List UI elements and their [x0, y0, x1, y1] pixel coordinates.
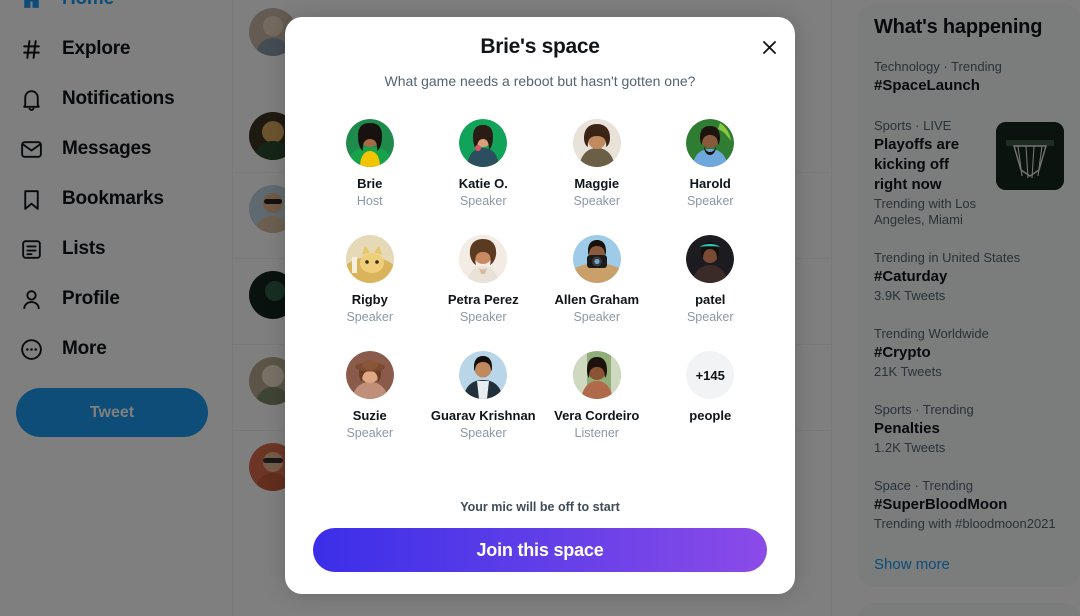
dialog-subtitle: What game needs a reboot but hasn't gott… [384, 73, 696, 89]
avatar-rigby [345, 235, 394, 283]
avatar-petra [459, 235, 508, 283]
participant-role: Speaker [459, 194, 507, 208]
participant-card[interactable]: Allen Graham Speaker [540, 235, 654, 325]
avatar-guarav [459, 351, 508, 399]
participant-card[interactable]: Guarav Krishnan Speaker [427, 351, 541, 441]
participant-card[interactable]: Vera Cordeiro Listener [540, 351, 654, 441]
participant-role: Speaker [573, 310, 621, 324]
participant-role: Speaker [686, 194, 734, 208]
overflow-label: people [689, 408, 732, 423]
participant-role: Host [356, 194, 383, 208]
participants-grid: Brie Host Katie O. Speaker Maggie Speake… [285, 89, 795, 500]
participant-name: Rigby [351, 292, 388, 307]
participant-name: Guarav Krishnan [430, 408, 536, 423]
avatar-allen [572, 235, 621, 283]
mic-status-note: Your mic will be off to start [460, 500, 620, 514]
dialog-header: Brie's space What game needs a reboot bu… [285, 17, 795, 89]
overflow-count: +145 [686, 351, 735, 399]
participant-role: Listener [574, 426, 619, 440]
avatar-harold [686, 119, 735, 167]
participant-role: Speaker [346, 426, 394, 440]
participant-name: Harold [689, 176, 731, 191]
participant-card[interactable]: Brie Host [313, 119, 427, 209]
participant-card[interactable]: Rigby Speaker [313, 235, 427, 325]
participant-name: patel [695, 292, 726, 307]
space-join-dialog: Brie's space What game needs a reboot bu… [285, 17, 795, 594]
close-icon[interactable] [751, 29, 787, 65]
participant-card[interactable]: Harold Speaker [654, 119, 768, 209]
participant-card[interactable]: patel Speaker [654, 235, 768, 325]
page-title: Brie's space [480, 35, 600, 58]
participant-role: Speaker [459, 426, 507, 440]
participant-name: Suzie [352, 408, 387, 423]
participant-overflow-card[interactable]: +145 people [654, 351, 768, 441]
participant-card[interactable]: Suzie Speaker [313, 351, 427, 441]
avatar-vera [572, 351, 621, 399]
participant-role: Speaker [686, 310, 734, 324]
avatar-patel [686, 235, 735, 283]
participant-name: Brie [357, 176, 383, 191]
avatar-katie [459, 119, 508, 167]
avatar-brie [345, 119, 394, 167]
participant-card[interactable]: Katie O. Speaker [427, 119, 541, 209]
join-space-button[interactable]: Join this space [313, 528, 767, 572]
participant-name: Allen Graham [554, 292, 640, 307]
participant-card[interactable]: Maggie Speaker [540, 119, 654, 209]
participant-role: Speaker [459, 310, 507, 324]
participant-card[interactable]: Petra Perez Speaker [427, 235, 541, 325]
participant-name: Maggie [574, 176, 620, 191]
dialog-footer: Your mic will be off to start Join this … [285, 500, 795, 594]
participant-role: Speaker [573, 194, 621, 208]
participant-name: Vera Cordeiro [554, 408, 640, 423]
participant-name: Petra Perez [447, 292, 519, 307]
participant-name: Katie O. [458, 176, 508, 191]
avatar-suzie [345, 351, 394, 399]
participant-role: Speaker [346, 310, 394, 324]
avatar-maggie [572, 119, 621, 167]
